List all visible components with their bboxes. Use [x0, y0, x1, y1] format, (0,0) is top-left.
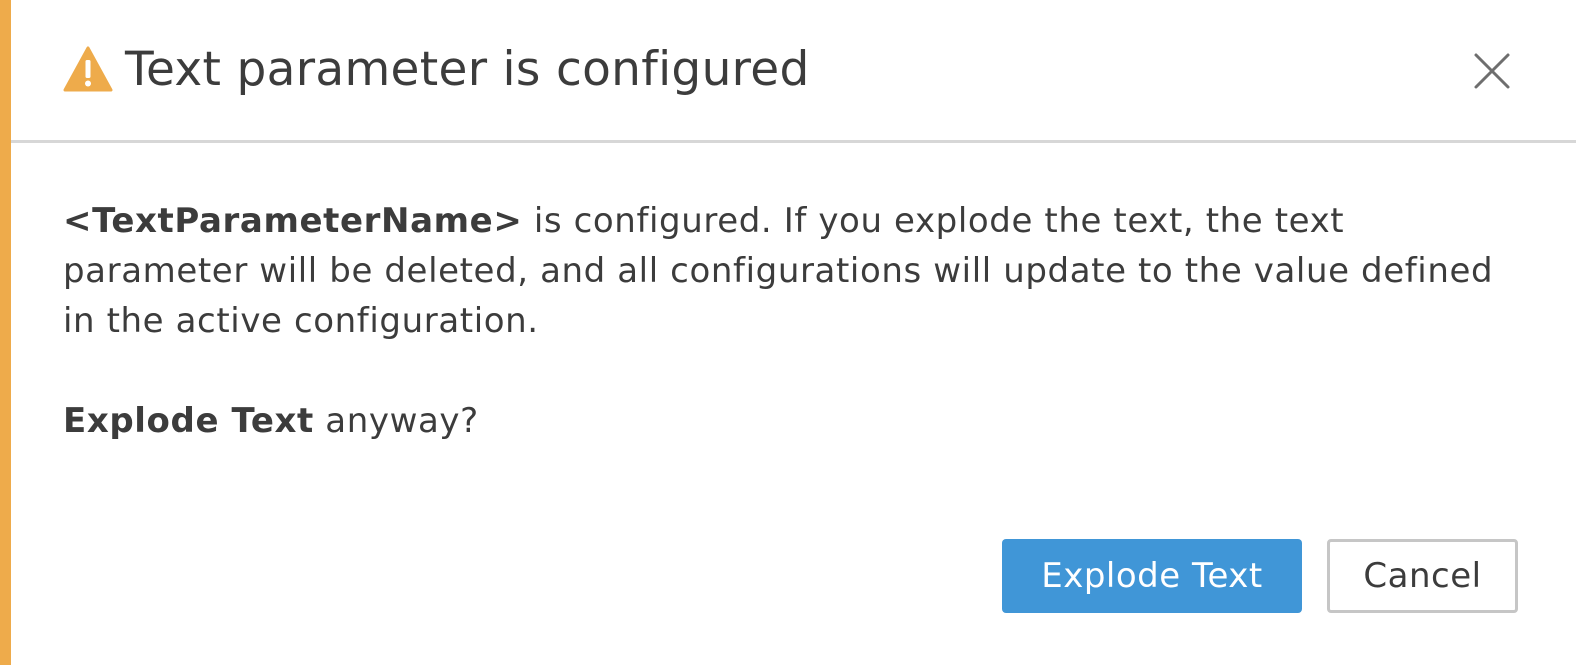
dialog-message: <TextParameterName> is configured. If yo…	[63, 196, 1513, 446]
confirm-dialog: Text parameter is configured <TextParame…	[0, 0, 1576, 665]
message-paragraph: <TextParameterName> is configured. If yo…	[63, 196, 1513, 346]
warning-triangle-icon	[63, 46, 113, 92]
question-action: Explode Text	[63, 401, 314, 441]
dialog-header: Text parameter is configured	[11, 0, 1576, 143]
confirm-question: Explode Text anyway?	[63, 396, 1513, 446]
close-icon[interactable]	[1469, 48, 1515, 94]
warning-accent-bar	[0, 0, 11, 665]
explode-text-button[interactable]: Explode Text	[1002, 539, 1302, 613]
cancel-button[interactable]: Cancel	[1327, 539, 1518, 613]
parameter-name: <TextParameterName>	[63, 201, 523, 241]
dialog-title: Text parameter is configured	[125, 42, 810, 97]
question-suffix: anyway?	[313, 401, 479, 441]
